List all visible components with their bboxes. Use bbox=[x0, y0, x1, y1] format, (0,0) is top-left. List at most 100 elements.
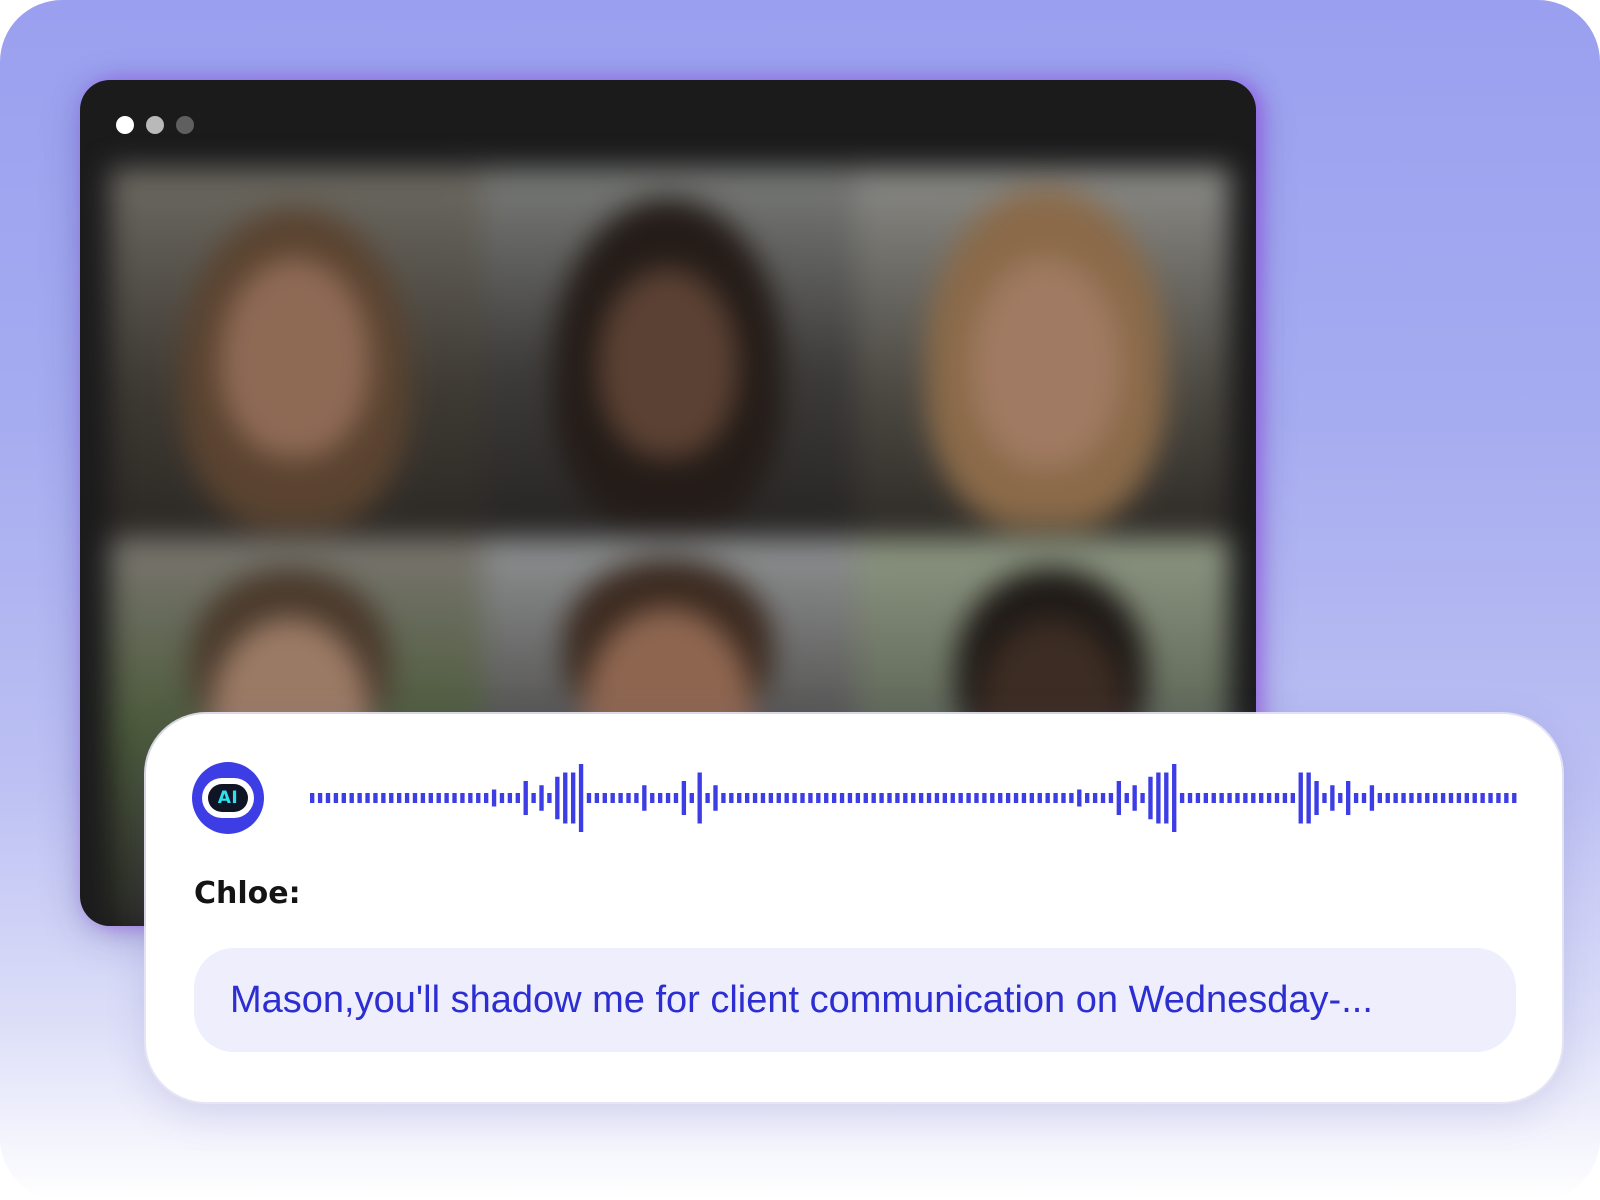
waveform-bar bbox=[523, 781, 528, 815]
live-transcript-card: AI Chloe: Mason,you'll shadow me for cli… bbox=[146, 714, 1562, 1102]
waveform-bar bbox=[1085, 793, 1090, 803]
waveform-bar bbox=[1251, 793, 1256, 803]
participant-tile bbox=[856, 168, 1230, 538]
waveform-bar bbox=[697, 772, 702, 824]
waveform-bar bbox=[1195, 793, 1201, 803]
waveform-bar bbox=[626, 793, 631, 803]
waveform-bar bbox=[729, 793, 734, 803]
waveform-bar bbox=[1274, 793, 1280, 803]
participant-face bbox=[220, 258, 370, 458]
waveform-bar bbox=[1108, 793, 1114, 803]
waveform-bar bbox=[610, 793, 615, 803]
waveform-bar bbox=[1172, 764, 1177, 832]
waveform-bar bbox=[1045, 793, 1050, 803]
waveform-bar bbox=[887, 793, 892, 803]
waveform-bar bbox=[705, 793, 710, 803]
waveform-bar bbox=[373, 793, 378, 803]
waveform-bar bbox=[1448, 793, 1454, 803]
waveform-bar bbox=[1456, 793, 1462, 803]
window-maximize-button[interactable] bbox=[176, 116, 194, 134]
waveform-bar bbox=[1504, 793, 1509, 803]
waveform-bar bbox=[1314, 781, 1319, 815]
waveform-bar bbox=[1116, 781, 1122, 815]
waveform-bar bbox=[468, 793, 473, 803]
waveform-bar bbox=[1037, 793, 1042, 803]
waveform-bar bbox=[1472, 793, 1477, 803]
waveform-bar bbox=[1005, 793, 1011, 803]
waveform-bar bbox=[650, 793, 655, 803]
waveform-bar bbox=[1179, 793, 1185, 803]
participant-tile bbox=[483, 168, 856, 538]
waveform-bar bbox=[934, 793, 940, 803]
waveform-bar bbox=[381, 793, 386, 803]
waveform-bar bbox=[634, 793, 639, 803]
waveform-bar bbox=[871, 793, 876, 803]
waveform-bar bbox=[855, 793, 861, 803]
waveform-bar bbox=[428, 793, 433, 803]
waveform-bar bbox=[958, 793, 963, 803]
waveform-bar bbox=[1361, 793, 1367, 803]
waveform-bar bbox=[1124, 793, 1129, 803]
window-close-button[interactable] bbox=[116, 116, 134, 134]
waveform-bar bbox=[642, 785, 647, 811]
waveform-bar bbox=[982, 793, 987, 803]
waveform-bar bbox=[1401, 793, 1406, 803]
waveform-bar bbox=[1235, 793, 1240, 803]
waveform-bar bbox=[1029, 793, 1035, 803]
waveform-bar bbox=[950, 793, 955, 803]
waveform-bar bbox=[926, 793, 932, 803]
waveform-bar bbox=[942, 793, 948, 803]
waveform-bar bbox=[1203, 793, 1209, 803]
speaker-name: Chloe: bbox=[194, 876, 301, 911]
waveform-bar bbox=[1259, 793, 1264, 803]
waveform-bar bbox=[365, 793, 370, 803]
waveform-bar bbox=[681, 781, 687, 815]
waveform-bar bbox=[1346, 781, 1351, 815]
waveform-bar bbox=[1369, 785, 1375, 811]
waveform-bar bbox=[784, 793, 789, 803]
waveform-bar bbox=[396, 793, 402, 803]
waveform-bar bbox=[1061, 793, 1066, 803]
waveform-bar bbox=[1164, 772, 1169, 824]
waveform-bar bbox=[531, 793, 536, 803]
waveform-bar bbox=[1322, 793, 1327, 803]
waveform-bar bbox=[325, 793, 331, 803]
waveform-bar bbox=[1480, 793, 1485, 803]
waveform-bar bbox=[618, 793, 623, 803]
waveform-bar bbox=[831, 793, 837, 803]
waveform-bar bbox=[665, 793, 671, 803]
waveform-bar bbox=[879, 793, 884, 803]
waveform-bar bbox=[539, 785, 544, 811]
audio-waveform bbox=[310, 764, 1517, 832]
waveform-bar bbox=[1353, 793, 1359, 803]
waveform-bar bbox=[404, 793, 410, 803]
waveform-bar bbox=[776, 793, 781, 803]
waveform-bar bbox=[737, 793, 742, 803]
waveform-bar bbox=[1306, 772, 1311, 824]
waveform-bar bbox=[349, 793, 354, 803]
transcript-bubble: Mason,you'll shadow me for client commun… bbox=[194, 948, 1516, 1052]
waveform-bar bbox=[436, 793, 441, 803]
waveform-bar bbox=[1156, 772, 1161, 824]
waveform-bar bbox=[1290, 793, 1295, 803]
waveform-bar bbox=[507, 793, 513, 803]
waveform-bar bbox=[1330, 785, 1335, 811]
waveform-bar bbox=[1425, 793, 1430, 803]
waveform-bar bbox=[1132, 785, 1137, 811]
waveform-bar bbox=[341, 793, 346, 803]
waveform-bar bbox=[1496, 793, 1501, 803]
waveform-bar bbox=[1069, 793, 1074, 803]
hero-background: AI Chloe: Mason,you'll shadow me for cli… bbox=[0, 0, 1600, 1200]
waveform-bar bbox=[689, 793, 694, 803]
waveform-bar bbox=[515, 793, 520, 803]
waveform-bar bbox=[317, 793, 323, 803]
waveform-bar bbox=[483, 793, 489, 803]
waveform-bar bbox=[1464, 793, 1469, 803]
waveform-bar bbox=[657, 793, 663, 803]
waveform-bar bbox=[1393, 793, 1398, 803]
waveform-bar bbox=[412, 793, 418, 803]
waveform-bar bbox=[895, 793, 900, 803]
window-minimize-button[interactable] bbox=[146, 116, 164, 134]
waveform-bar bbox=[476, 793, 481, 803]
participant-tile bbox=[110, 168, 483, 538]
